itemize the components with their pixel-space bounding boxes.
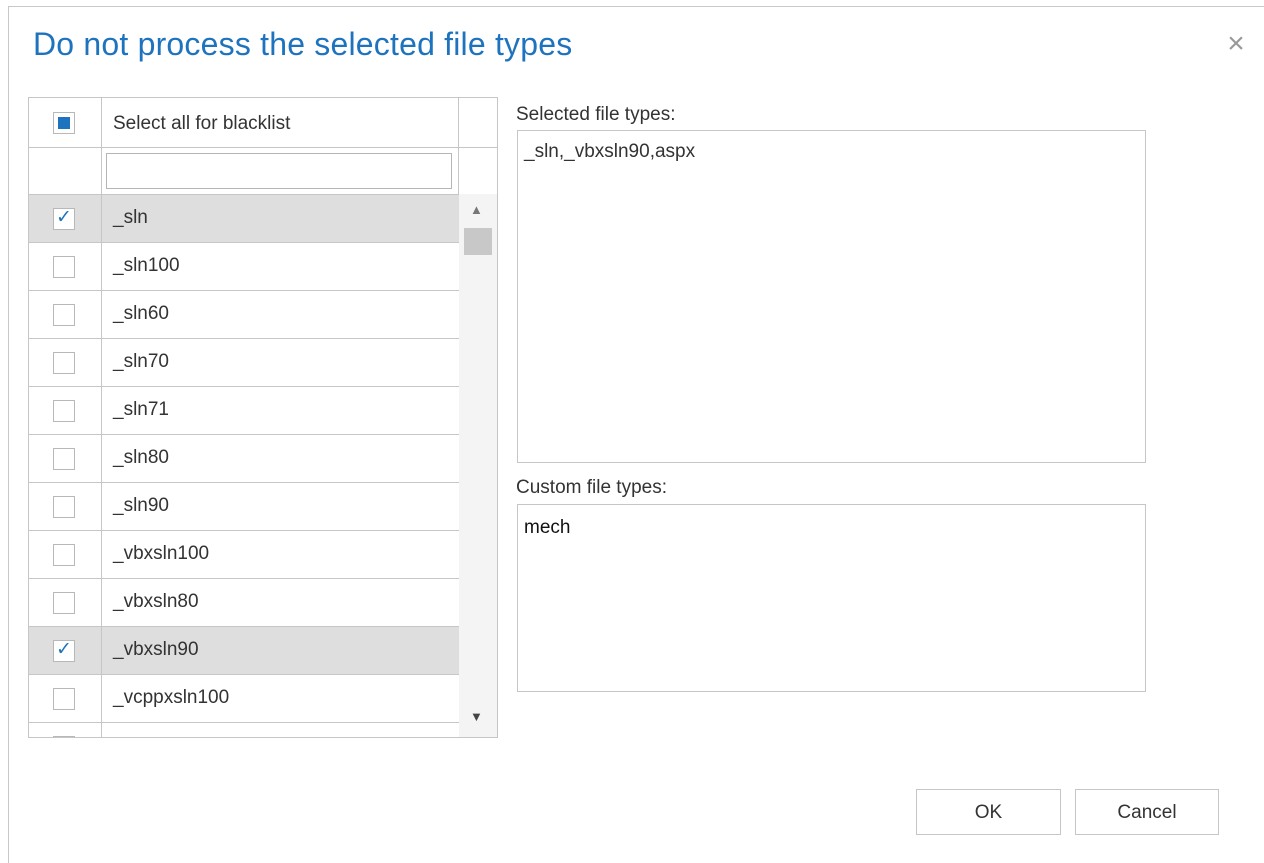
row-label: _sln90 xyxy=(113,495,169,516)
grid-header: Select all for blacklist xyxy=(29,98,497,148)
custom-file-types-input[interactable]: mech xyxy=(517,504,1146,692)
scroll-thumb[interactable] xyxy=(464,228,492,255)
select-all-checkbox[interactable] xyxy=(53,112,75,134)
scroll-down-icon[interactable]: ▼ xyxy=(470,709,483,724)
column-divider xyxy=(101,98,102,194)
row-checkbox[interactable] xyxy=(53,352,75,374)
row-checkbox[interactable]: ✓ xyxy=(53,639,75,662)
list-item[interactable]: _vbxsln100 xyxy=(29,530,459,579)
column-divider xyxy=(101,291,102,339)
column-divider xyxy=(101,531,102,579)
row-label: _vbxsln90 xyxy=(113,639,199,660)
row-label: _sln100 xyxy=(113,255,180,276)
column-divider xyxy=(458,98,459,194)
row-label: _sln71 xyxy=(113,399,169,420)
row-label: _vbxsln80 xyxy=(113,591,199,612)
row-checkbox[interactable] xyxy=(53,736,75,737)
list-item[interactable]: _sln60 xyxy=(29,290,459,339)
list-item[interactable]: _vcppxsln100 xyxy=(29,674,459,723)
row-checkbox[interactable] xyxy=(53,544,75,566)
close-icon[interactable]: × xyxy=(1221,29,1251,59)
list-item[interactable]: _sln100 xyxy=(29,242,459,291)
list-item[interactable]: _sln80 xyxy=(29,434,459,483)
grid-rows: ✓ _sln _sln100 _sln60 _sln70 _sln71 _sln80 _sln… xyxy=(29,194,459,737)
row-checkbox[interactable] xyxy=(53,448,75,470)
list-item[interactable]: ✓ _sln xyxy=(29,194,459,243)
row-label: _vcppxsln100 xyxy=(113,687,230,708)
select-all-label: Select all for blacklist xyxy=(113,113,291,134)
dialog-title: Do not process the selected file types xyxy=(33,26,573,62)
row-label: _sln60 xyxy=(113,303,169,324)
checkmark-icon: ✓ xyxy=(56,639,72,660)
list-item[interactable]: ✓ _vbxsln90 xyxy=(29,626,459,675)
file-type-grid: Select all for blacklist ✓ _sln _sln100 _sl… xyxy=(28,97,498,738)
scroll-up-icon[interactable]: ▲ xyxy=(470,202,483,217)
list-item[interactable]: _sln70 xyxy=(29,338,459,387)
column-divider xyxy=(101,627,102,675)
row-checkbox[interactable]: ✓ xyxy=(53,207,75,230)
row-checkbox[interactable] xyxy=(53,496,75,518)
cancel-button[interactable]: Cancel xyxy=(1075,789,1219,835)
ok-button[interactable]: OK xyxy=(916,789,1061,835)
column-divider xyxy=(101,195,102,243)
list-item[interactable]: _vbxsln80 xyxy=(29,578,459,627)
column-divider xyxy=(101,723,102,737)
custom-file-types-label: Custom file types: xyxy=(516,477,667,498)
grid-scrollbar[interactable]: ▲ ▼ xyxy=(459,194,497,737)
selected-file-types-box[interactable]: _sln,_vbxsln90,aspx xyxy=(517,130,1146,463)
column-divider xyxy=(101,243,102,291)
row-label: _sln xyxy=(113,207,148,228)
row-label: _vbxsln100 xyxy=(113,543,210,564)
column-divider xyxy=(101,339,102,387)
row-checkbox[interactable] xyxy=(53,304,75,326)
row-checkbox[interactable] xyxy=(53,256,75,278)
list-item[interactable]: _sln71 xyxy=(29,386,459,435)
row-label: _sln80 xyxy=(113,447,169,468)
column-divider xyxy=(101,675,102,723)
row-label: _sln70 xyxy=(113,351,169,372)
row-checkbox[interactable] xyxy=(53,592,75,614)
column-divider xyxy=(101,387,102,435)
selected-file-types-label: Selected file types: xyxy=(516,104,676,125)
column-divider xyxy=(101,435,102,483)
row-checkbox[interactable] xyxy=(53,688,75,710)
list-item[interactable] xyxy=(29,722,459,737)
filter-input[interactable] xyxy=(106,153,452,189)
list-item[interactable]: _sln90 xyxy=(29,482,459,531)
filter-row xyxy=(29,148,497,194)
checkmark-icon: ✓ xyxy=(56,207,72,228)
column-divider xyxy=(101,483,102,531)
row-checkbox[interactable] xyxy=(53,400,75,422)
column-divider xyxy=(101,579,102,627)
